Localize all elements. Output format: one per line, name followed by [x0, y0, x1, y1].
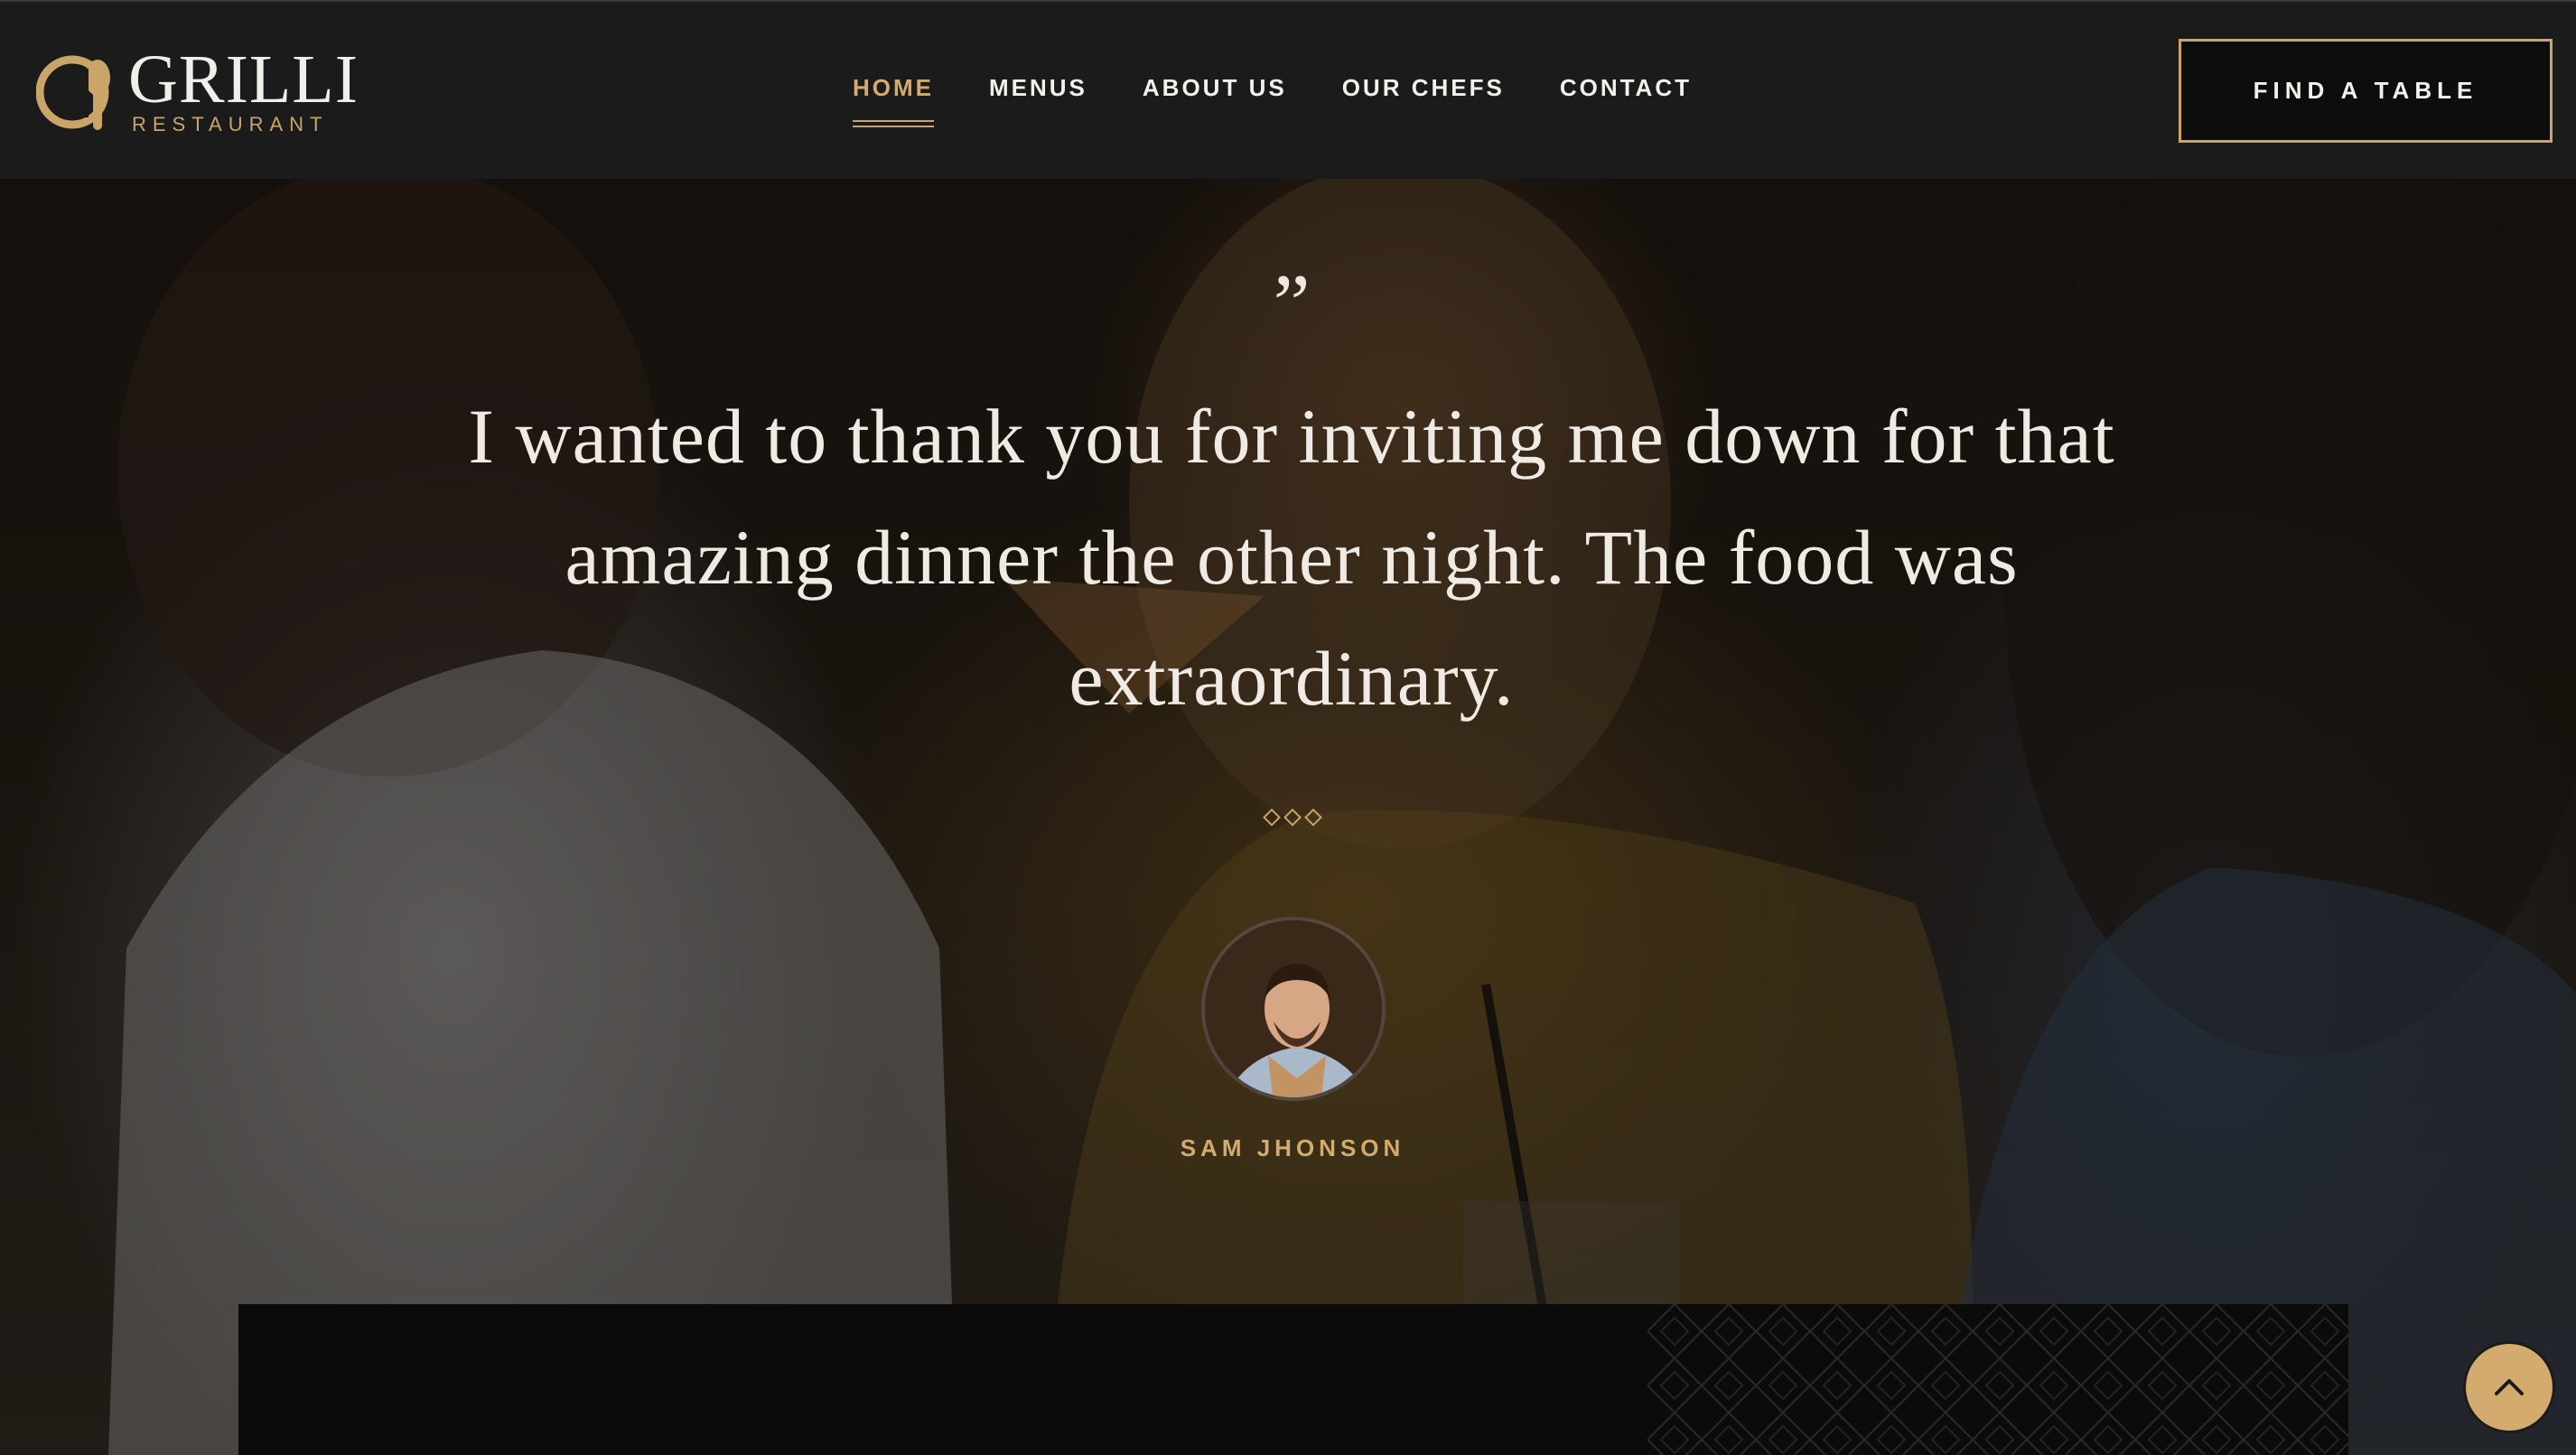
chevron-up-icon [2495, 1379, 2524, 1395]
author-avatar [1201, 917, 1386, 1101]
nav-item-home[interactable]: HOME [853, 74, 934, 127]
brand-logo[interactable]: GRILLI RESTAURANT [36, 42, 359, 135]
nav-item-label: HOME [853, 74, 934, 101]
testimonial-quote: I wanted to thank you for inviting me do… [468, 393, 2115, 722]
main-navigation: HOME MENUS ABOUT US OUR CHEFS CONTACT [853, 74, 1692, 127]
diamond-ornament-icon [1263, 808, 1322, 826]
nav-item-label: ABOUT US [1142, 74, 1287, 101]
nav-item-about-us[interactable]: ABOUT US [1143, 74, 1287, 127]
lower-section-card [238, 1304, 2348, 1455]
nav-item-label: MENUS [989, 74, 1087, 101]
testimonial-author: SAM JHONSON [1180, 1134, 1405, 1161]
nav-item-label: OUR CHEFS [1341, 74, 1505, 101]
person-avatar [1205, 920, 1382, 1097]
site-header: GRILLI RESTAURANT HOME MENUS ABOUT US OU… [0, 0, 2576, 179]
back-to-top-button[interactable] [2463, 1341, 2555, 1433]
brand-name: GRILLI [128, 42, 359, 117]
brand-tagline: RESTAURANT [132, 113, 329, 135]
active-nav-underline [853, 120, 934, 127]
quote-mark-icon: ” [1273, 257, 1311, 350]
spoon-plate-logo-icon [36, 55, 110, 130]
nav-item-menus[interactable]: MENUS [989, 74, 1087, 127]
nav-item-our-chefs[interactable]: OUR CHEFS [1342, 74, 1505, 127]
find-a-table-button[interactable]: FIND A TABLE [2179, 39, 2553, 143]
nav-item-contact[interactable]: CONTACT [1560, 74, 1692, 127]
decorative-pattern [1647, 1304, 2348, 1455]
nav-item-label: CONTACT [1559, 74, 1692, 101]
